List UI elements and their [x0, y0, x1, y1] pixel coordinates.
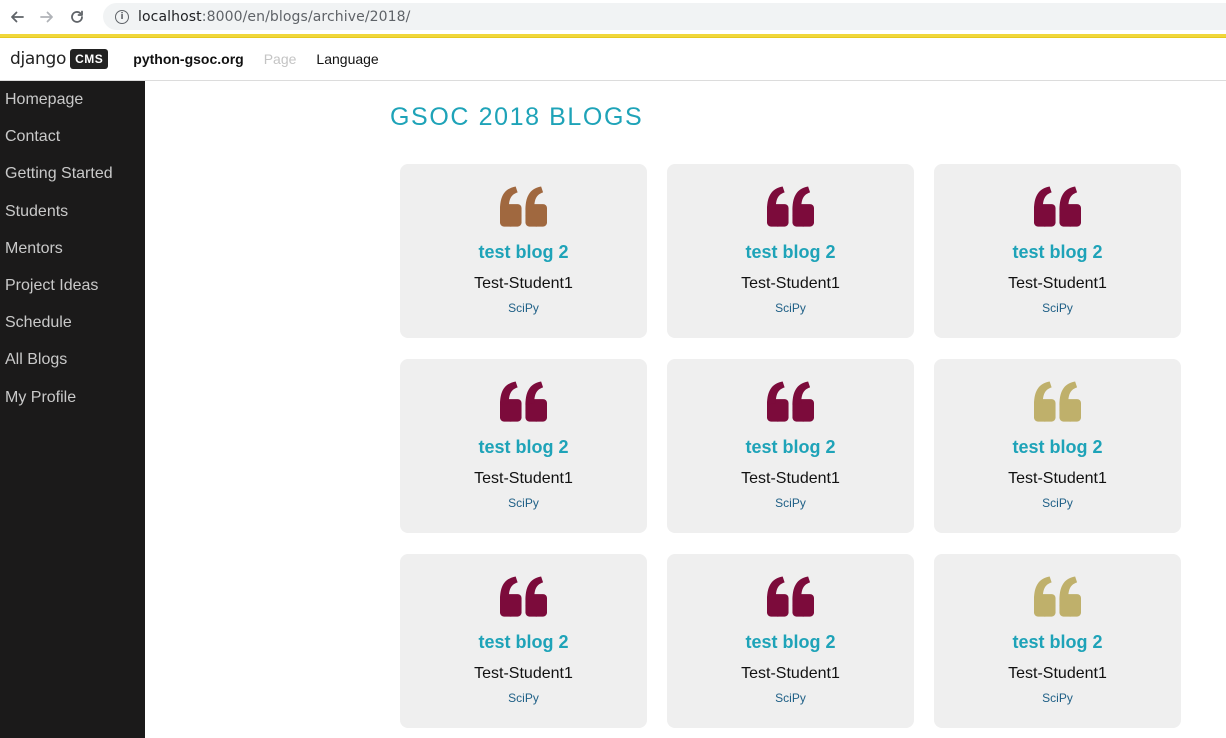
blog-author: Test-Student1: [474, 665, 573, 682]
blog-card[interactable]: test blog 2 Test-Student1 SciPy: [667, 359, 914, 533]
blog-title-link[interactable]: test blog 2: [478, 242, 568, 263]
quote-icon: [767, 184, 814, 230]
blog-author: Test-Student1: [741, 470, 840, 487]
blog-author: Test-Student1: [474, 275, 573, 292]
url-text: localhost:8000/en/blogs/archive/2018/: [138, 8, 411, 25]
blog-title-link[interactable]: test blog 2: [1012, 632, 1102, 653]
quote-icon: [767, 574, 814, 620]
sidebar-item-project-ideas[interactable]: Project Ideas: [0, 275, 145, 312]
cms-logo-text: django: [10, 49, 67, 69]
blog-title-link[interactable]: test blog 2: [478, 437, 568, 458]
forward-arrow-icon[interactable]: [32, 0, 62, 34]
sidebar-item-my-profile[interactable]: My Profile: [0, 387, 145, 424]
blog-author: Test-Student1: [1008, 470, 1107, 487]
blog-card[interactable]: test blog 2 Test-Student1 SciPy: [934, 164, 1181, 338]
quote-icon: [1034, 574, 1081, 620]
blog-card[interactable]: test blog 2 Test-Student1 SciPy: [400, 164, 647, 338]
blog-org-link[interactable]: SciPy: [508, 301, 539, 315]
blog-author: Test-Student1: [1008, 665, 1107, 682]
reload-icon[interactable]: [62, 0, 92, 34]
blog-title-link[interactable]: test blog 2: [745, 242, 835, 263]
blog-author: Test-Student1: [1008, 275, 1107, 292]
sidebar-item-contact[interactable]: Contact: [0, 126, 145, 163]
page-title: GSOC 2018 BLOGS: [390, 103, 644, 131]
blog-card[interactable]: test blog 2 Test-Student1 SciPy: [400, 554, 647, 728]
blog-title-link[interactable]: test blog 2: [478, 632, 568, 653]
browser-bar: i localhost:8000/en/blogs/archive/2018/: [0, 0, 1226, 34]
info-icon[interactable]: i: [115, 9, 129, 24]
blog-card[interactable]: test blog 2 Test-Student1 SciPy: [667, 164, 914, 338]
blog-card[interactable]: test blog 2 Test-Student1 SciPy: [934, 554, 1181, 728]
main-content: GSOC 2018 BLOGS test blog 2 Test-Student…: [145, 81, 1226, 738]
blog-org-link[interactable]: SciPy: [1042, 691, 1073, 705]
blog-org-link[interactable]: SciPy: [508, 691, 539, 705]
quote-icon: [500, 184, 547, 230]
sidebar-item-students[interactable]: Students: [0, 201, 145, 238]
blog-org-link[interactable]: SciPy: [1042, 496, 1073, 510]
blog-title-link[interactable]: test blog 2: [1012, 242, 1102, 263]
sidebar: Homepage Contact Getting Started Student…: [0, 81, 145, 738]
sidebar-item-all-blogs[interactable]: All Blogs: [0, 349, 145, 386]
sidebar-item-homepage[interactable]: Homepage: [0, 89, 145, 126]
address-bar[interactable]: i localhost:8000/en/blogs/archive/2018/: [103, 3, 1226, 30]
blog-title-link[interactable]: test blog 2: [1012, 437, 1102, 458]
cms-logo[interactable]: django CMS: [10, 49, 109, 69]
blog-grid: test blog 2 Test-Student1 SciPy test blo…: [400, 164, 1181, 728]
blog-card[interactable]: test blog 2 Test-Student1 SciPy: [934, 359, 1181, 533]
quote-icon: [1034, 184, 1081, 230]
blog-card[interactable]: test blog 2 Test-Student1 SciPy: [667, 554, 914, 728]
quote-icon: [767, 379, 814, 425]
quote-icon: [1034, 379, 1081, 425]
blog-author: Test-Student1: [741, 665, 840, 682]
blog-org-link[interactable]: SciPy: [508, 496, 539, 510]
blog-org-link[interactable]: SciPy: [1042, 301, 1073, 315]
sidebar-item-mentors[interactable]: Mentors: [0, 238, 145, 275]
cms-logo-badge: CMS: [70, 49, 109, 69]
sidebar-item-getting-started[interactable]: Getting Started: [0, 163, 145, 200]
blog-title-link[interactable]: test blog 2: [745, 632, 835, 653]
back-arrow-icon[interactable]: [2, 0, 32, 34]
toolbar-page-menu[interactable]: Page: [264, 51, 297, 67]
blog-org-link[interactable]: SciPy: [775, 496, 806, 510]
blog-author: Test-Student1: [474, 470, 573, 487]
cms-toolbar: django CMS python-gsoc.org Page Language: [0, 38, 1226, 81]
blog-author: Test-Student1: [741, 275, 840, 292]
blog-card[interactable]: test blog 2 Test-Student1 SciPy: [400, 359, 647, 533]
quote-icon: [500, 574, 547, 620]
sidebar-item-schedule[interactable]: Schedule: [0, 312, 145, 349]
quote-icon: [500, 379, 547, 425]
blog-org-link[interactable]: SciPy: [775, 691, 806, 705]
toolbar-language-menu[interactable]: Language: [316, 51, 378, 67]
blog-title-link[interactable]: test blog 2: [745, 437, 835, 458]
toolbar-site-menu[interactable]: python-gsoc.org: [133, 51, 243, 67]
blog-org-link[interactable]: SciPy: [775, 301, 806, 315]
